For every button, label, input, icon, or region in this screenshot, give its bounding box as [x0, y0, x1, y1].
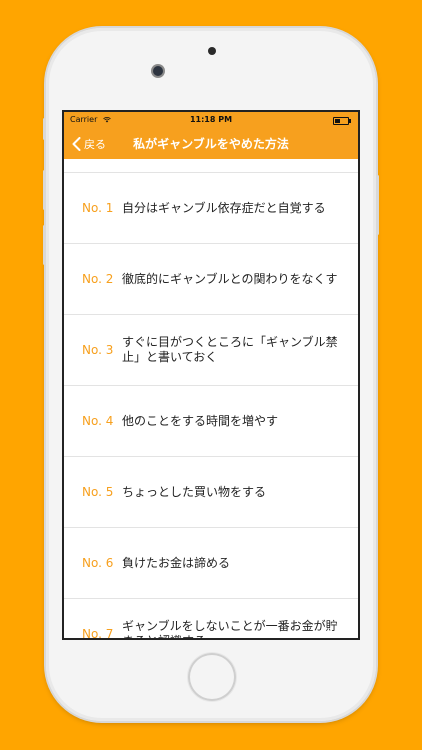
volume-down-button	[43, 225, 46, 265]
method-list: No. 1 自分はギャンブル依存症だと自覚する No. 2 徹底的にギャンブルと…	[64, 172, 358, 638]
navigation-bar: 戻る 私がギャンブルをやめた方法	[64, 129, 358, 159]
item-number: No. 4	[82, 414, 114, 428]
app-screen: Carrier 11:18 PM 戻る 私がギャンブルをやめた方法 No. 1 …	[64, 112, 358, 638]
list-item[interactable]: No. 7 ギャンブルをしないことが一番お金が貯まると認識する	[64, 599, 358, 638]
list-item[interactable]: No. 2 徹底的にギャンブルとの関わりをなくす	[64, 244, 358, 315]
item-text: 負けたお金は諦める	[122, 555, 231, 570]
power-button	[376, 175, 379, 235]
battery-icon	[333, 117, 351, 125]
status-bar: Carrier 11:18 PM	[64, 112, 358, 129]
list-item[interactable]: No. 5 ちょっとした買い物をする	[64, 457, 358, 528]
list-item[interactable]: No. 3 すぐに目がつくところに「ギャンブル禁止」と書いておく	[64, 315, 358, 386]
item-text: すぐに目がつくところに「ギャンブル禁止」と書いておく	[122, 335, 338, 364]
volume-up-button	[43, 170, 46, 210]
item-text: ちょっとした買い物をする	[122, 484, 267, 499]
list-item[interactable]: No. 1 自分はギャンブル依存症だと自覚する	[64, 172, 358, 244]
item-text: 徹底的にギャンブルとの関わりをなくす	[122, 271, 338, 286]
page-title: 私がギャンブルをやめた方法	[133, 137, 289, 151]
list-item[interactable]: No. 4 他のことをする時間を増やす	[64, 386, 358, 457]
item-text: 自分はギャンブル依存症だと自覚する	[122, 200, 326, 215]
status-time: 11:18 PM	[189, 115, 233, 124]
mute-switch	[43, 118, 46, 140]
front-camera	[153, 66, 163, 76]
home-button[interactable]	[188, 653, 236, 701]
item-number: No. 7	[82, 627, 114, 638]
list-item[interactable]: No. 6 負けたお金は諦める	[64, 528, 358, 599]
item-number: No. 3	[82, 343, 114, 357]
item-number: No. 6	[82, 556, 114, 570]
item-text: ギャンブルをしないことが一番お金が貯まると認識する	[122, 619, 338, 638]
phone-speaker	[208, 47, 216, 55]
item-number: No. 1	[82, 201, 114, 215]
item-number: No. 5	[82, 485, 114, 499]
item-text: 他のことをする時間を増やす	[122, 413, 279, 428]
item-number: No. 2	[82, 272, 114, 286]
